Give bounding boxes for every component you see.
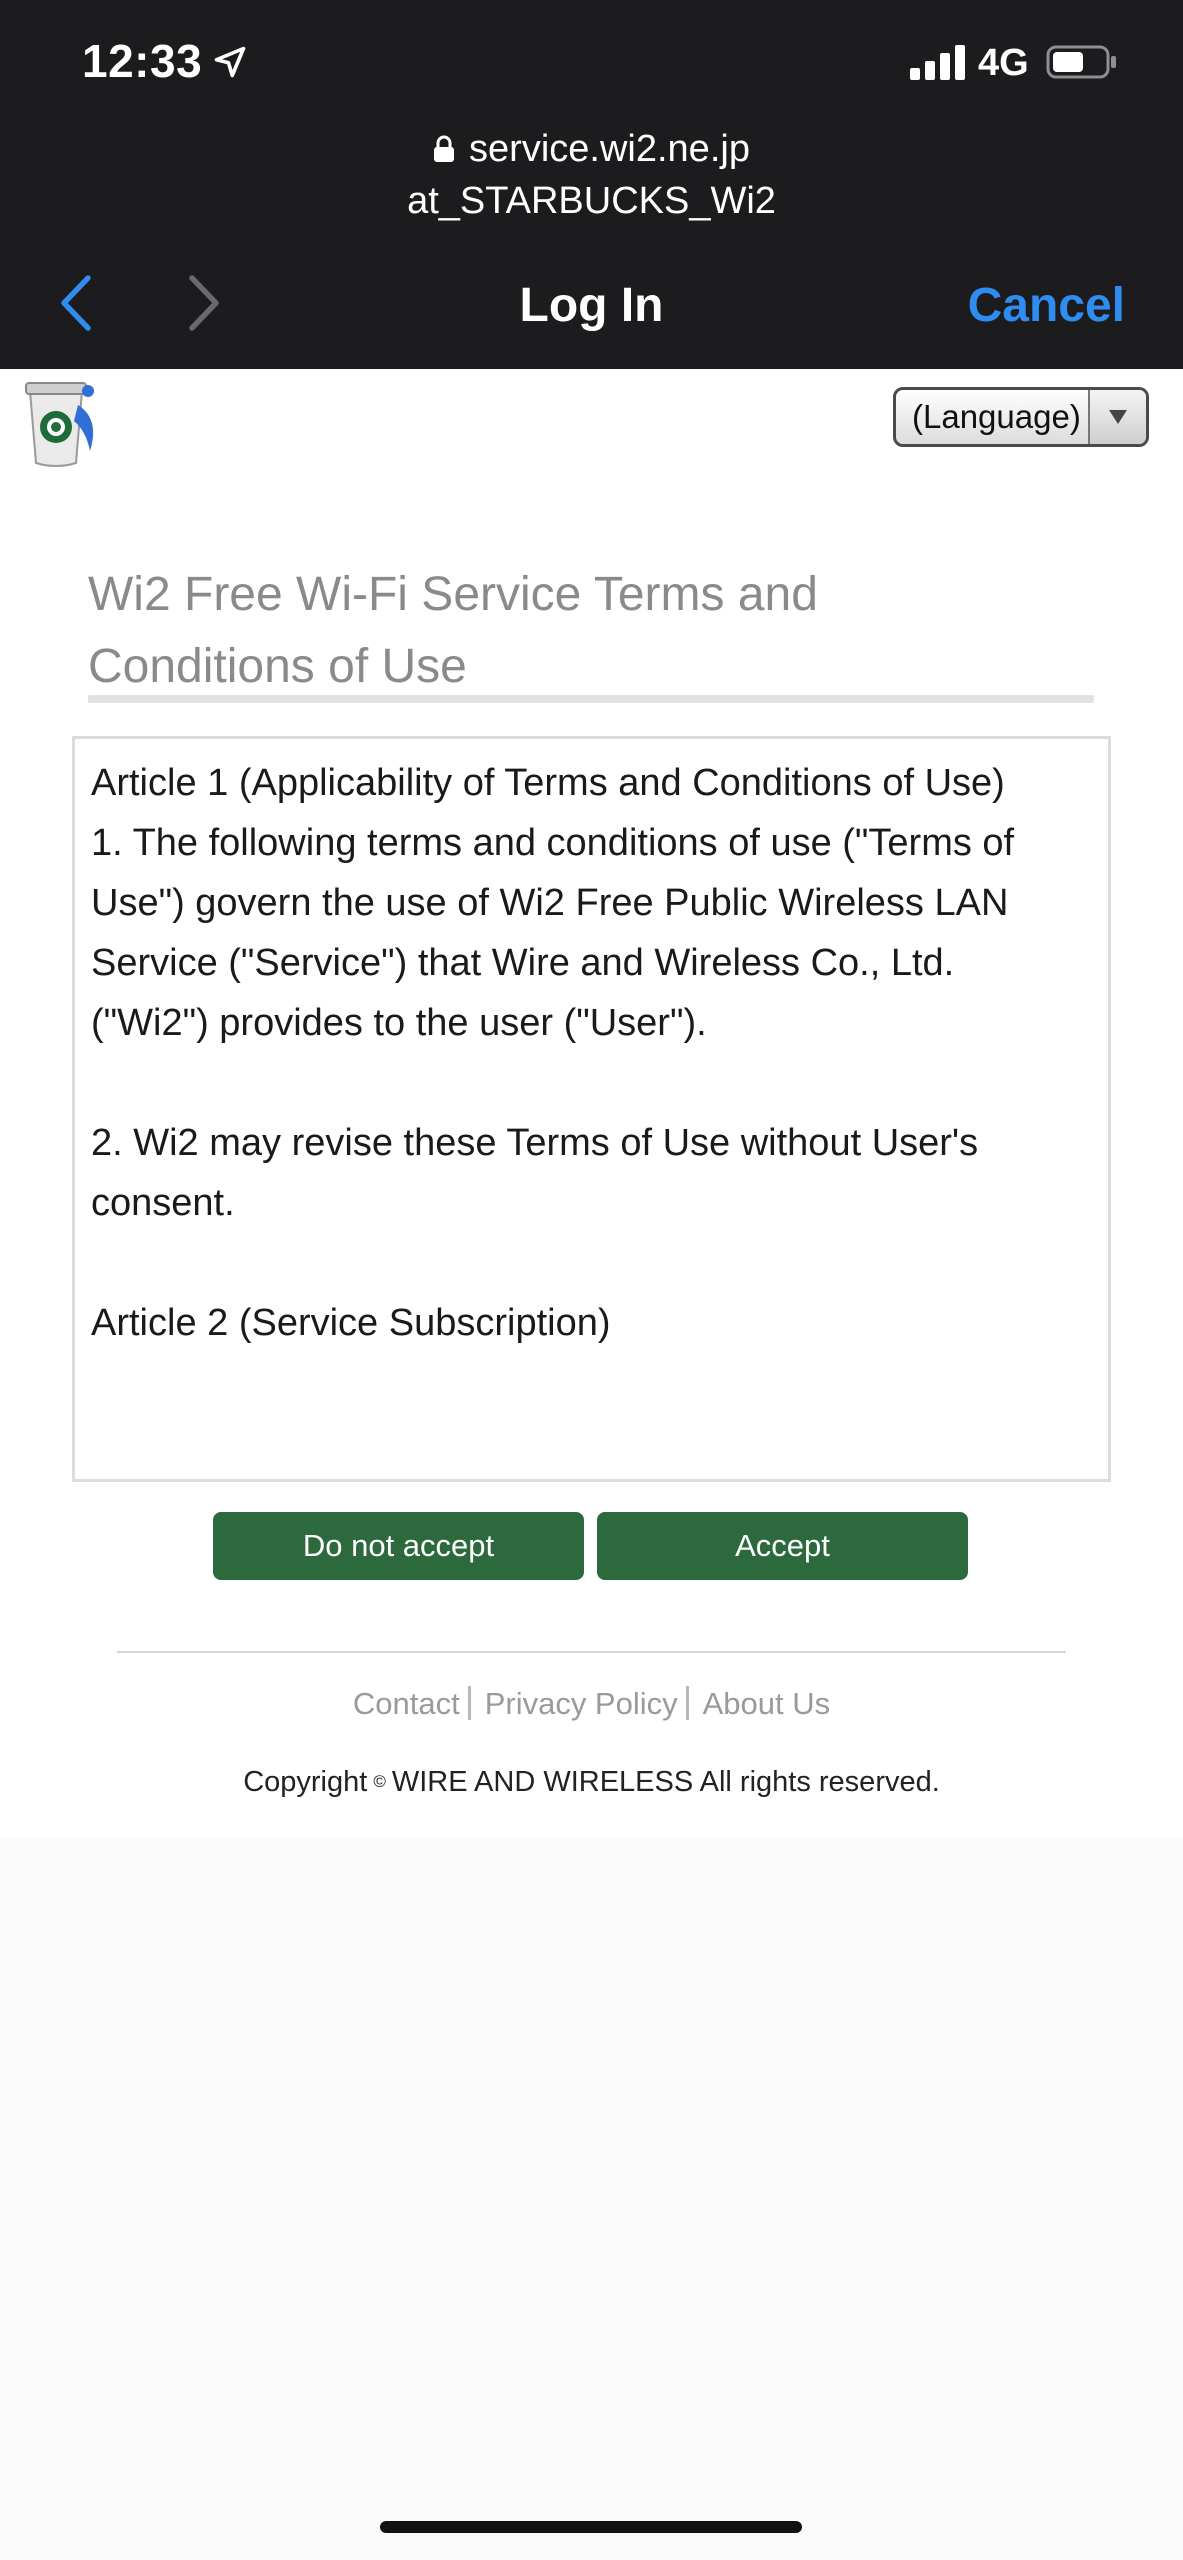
article1-heading: Article 1 (Applicability of Terms and Co… — [91, 762, 1005, 804]
network-ssid: at_STARBUCKS_Wi2 — [407, 180, 776, 222]
terms-title: Wi2 Free Wi-Fi Service Terms and Conditi… — [88, 568, 818, 693]
footer-divider — [117, 1651, 1066, 1653]
portal-url: service.wi2.ne.jp — [0, 128, 1183, 171]
about-us-link[interactable]: About Us — [703, 1686, 831, 1721]
article1-paragraph1-cont: ("Wi2") provides to the user ("User"). — [91, 1002, 707, 1044]
network-type: 4G — [978, 42, 1029, 84]
dropdown-arrow-icon — [1088, 390, 1146, 444]
copyright-prefix: Copyright — [243, 1766, 368, 1798]
footer-links: Contact Privacy Policy About Us — [0, 1686, 1183, 1722]
browser-chrome: 12:33 4G service.wi2.ne.jp at_STARBUCKS_… — [0, 0, 1183, 369]
accept-button[interactable]: Accept — [597, 1512, 968, 1580]
copyright-text: WIRE AND WIRELESS All rights reserved. — [391, 1766, 940, 1798]
article1-paragraph1: 1. The following terms and conditions of… — [91, 822, 1015, 984]
do-not-accept-button[interactable]: Do not accept — [213, 1512, 584, 1580]
article1-paragraph2: 2. Wi2 may revise these Terms of Use wit… — [91, 1122, 979, 1224]
article2-heading: Article 2 (Service Subscription) — [91, 1302, 611, 1344]
cancel-button[interactable]: Cancel — [968, 278, 1125, 333]
link-separator — [685, 1686, 689, 1720]
copyright: Copyright © WIRE AND WIRELESS All rights r… — [0, 1766, 1183, 1799]
copyright-symbol: © — [373, 1772, 386, 1791]
terms-page: (Language) Wi2 Free Wi-Fi Service Terms … — [0, 369, 1183, 1839]
terms-scroll-box[interactable]: Article 1 (Applicability of Terms and Co… — [72, 736, 1111, 1482]
lock-icon — [434, 135, 455, 162]
home-indicator[interactable] — [380, 2521, 802, 2533]
portal-host: service.wi2.ne.jp — [469, 128, 750, 170]
starbucks-cup-logo — [25, 382, 94, 467]
status-time: 12:33 — [82, 35, 203, 87]
privacy-policy-link[interactable]: Privacy Policy — [485, 1686, 678, 1721]
language-select[interactable]: (Language) — [893, 387, 1149, 447]
title-divider — [88, 695, 1094, 703]
location-arrow-icon — [214, 46, 246, 78]
language-select-value: (Language) — [912, 398, 1081, 435]
signal-bars-icon — [910, 44, 966, 80]
link-separator — [467, 1686, 471, 1720]
battery-icon — [1046, 45, 1116, 79]
contact-link[interactable]: Contact — [353, 1686, 460, 1721]
